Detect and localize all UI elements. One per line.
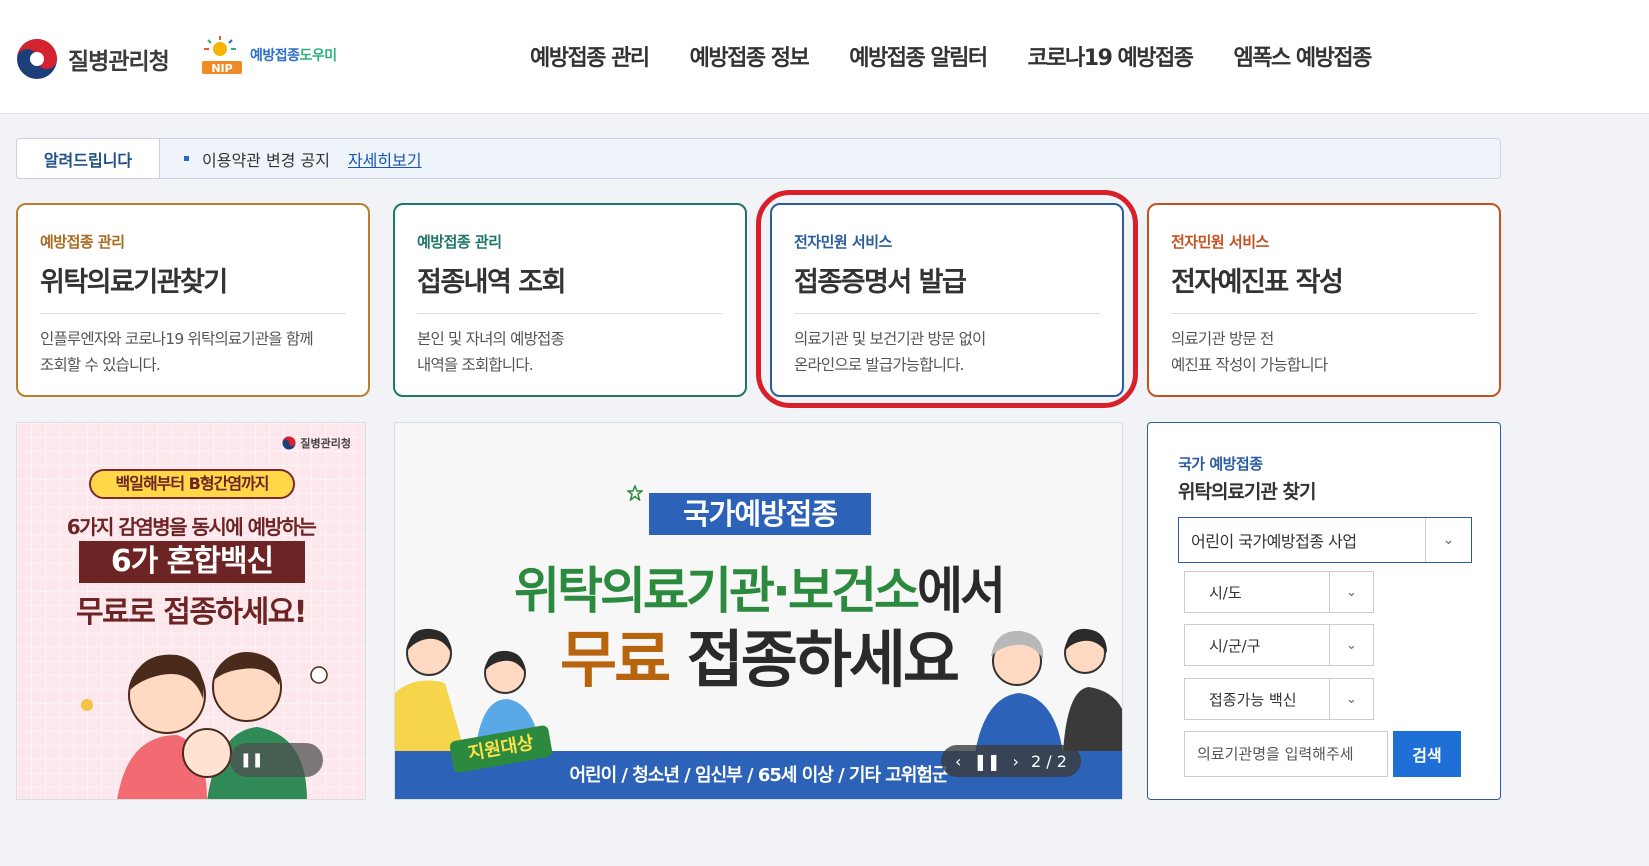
card-category: 전자민원 서비스 xyxy=(794,233,892,251)
card-divider xyxy=(417,313,723,314)
chevron-down-icon: ⌄ xyxy=(1329,625,1373,665)
chevron-down-icon: ⌄ xyxy=(1329,572,1373,612)
sido-select-value: 시/도 xyxy=(1209,583,1242,602)
banner-callout: 무료로 접종하세요! xyxy=(76,595,307,630)
national-vaccination-banner[interactable]: 국가예방접종 위탁의료기관·보건소에서 무료 접종하세요 어린이 / 청소년 /… xyxy=(394,422,1123,800)
nav-covid19-vaccination[interactable]: 코로나19 예방접종 xyxy=(1028,40,1194,72)
prev-slide-icon[interactable]: ‹ xyxy=(955,752,961,771)
notice-label: 알려드립니다 xyxy=(17,139,160,178)
search-button[interactable]: 검색 xyxy=(1393,731,1461,777)
card-title: 전자예진표 작성 xyxy=(1171,267,1344,298)
card-description: 인플루엔자와 코로나19 위탁의료기관을 함께 조회할 수 있습니다. xyxy=(40,330,314,374)
chevron-down-icon: ⌄ xyxy=(1425,518,1471,562)
vaccine-select-value: 접종가능 백신 xyxy=(1209,690,1297,709)
chevron-down-icon: ⌄ xyxy=(1329,679,1373,719)
card-divider xyxy=(794,313,1100,314)
card-electronic-prescreening[interactable]: 전자민원 서비스 전자예진표 작성 의료기관 방문 전 예진표 작성이 가능합니다 xyxy=(1147,203,1501,397)
vaccine-select[interactable]: 접종가능 백신 ⌄ xyxy=(1184,678,1374,720)
clinic-name-input[interactable] xyxy=(1184,731,1388,777)
banner-org-label: 질병관리청 xyxy=(282,435,351,451)
nip-sun-icon: NIP xyxy=(202,36,242,75)
site-header: 질병관리청 NIP 예방접종도우미 예방접종 관리 예방접종 정보 예방접종 알… xyxy=(0,0,1649,114)
search-panel-title: 위탁의료기관 찾기 xyxy=(1178,481,1316,503)
notice-details-link[interactable]: 자세히보기 xyxy=(348,147,422,171)
sido-select[interactable]: 시/도 ⌄ xyxy=(1184,571,1374,613)
kdca-logo[interactable]: 질병관리청 xyxy=(16,38,170,80)
program-select-value: 어린이 국가예방접종 사업 xyxy=(1191,532,1357,551)
pause-icon[interactable]: ❚❚ xyxy=(974,752,1001,771)
hexavalent-vaccine-banner[interactable]: 질병관리청 백일해부터 B형간염까지 6가지 감염병을 동시에 예방하는 6가 … xyxy=(16,422,366,800)
sigungu-select-value: 시/군/구 xyxy=(1209,636,1261,655)
nip-name: 예방접종도우미 xyxy=(250,48,337,64)
notice-bar: 알려드립니다 이용약관 변경 공지 자세히보기 xyxy=(16,138,1501,179)
card-category: 전자민원 서비스 xyxy=(1171,233,1269,251)
banner-tag: 국가예방접종 xyxy=(649,493,871,535)
card-description: 의료기관 및 보건기관 방문 없이 온라인으로 발급가능합니다. xyxy=(794,330,986,374)
card-title: 접종내역 조회 xyxy=(417,267,566,298)
banner-subtitle: 6가지 감염병을 동시에 예방하는 xyxy=(66,515,317,539)
svg-text:NIP: NIP xyxy=(211,62,232,75)
card-title: 접종증명서 발급 xyxy=(794,267,967,298)
kdca-emblem-icon xyxy=(282,436,296,450)
banner-pill: 백일해부터 B형간염까지 xyxy=(89,469,295,499)
nav-vaccination-info[interactable]: 예방접종 정보 xyxy=(690,40,810,72)
card-vaccination-certificate[interactable]: 전자민원 서비스 접종증명서 발급 의료기관 및 보건기관 방문 없이 온라인으로… xyxy=(770,203,1124,397)
nip-logo[interactable]: NIP 예방접종도우미 xyxy=(198,35,337,75)
card-divider xyxy=(40,313,346,314)
notice-text[interactable]: 이용약관 변경 공지 xyxy=(202,147,330,171)
card-vaccination-history[interactable]: 예방접종 관리 접종내역 조회 본인 및 자녀의 예방접종 내역을 조회합니다. xyxy=(393,203,747,397)
banner-pause-button[interactable]: ❚❚ xyxy=(230,743,323,777)
next-slide-icon[interactable]: › xyxy=(1012,752,1018,771)
sigungu-select[interactable]: 시/군/구 ⌄ xyxy=(1184,624,1374,666)
card-category: 예방접종 관리 xyxy=(40,233,125,251)
star-icon xyxy=(627,485,643,501)
bullet-icon xyxy=(184,156,189,161)
card-divider xyxy=(1171,313,1477,314)
search-panel-category: 국가 예방접종 xyxy=(1178,455,1263,473)
card-category: 예방접종 관리 xyxy=(417,233,502,251)
pause-icon: ❚❚ xyxy=(240,752,264,768)
nav-vaccination-management[interactable]: 예방접종 관리 xyxy=(530,40,650,72)
kdca-name: 질병관리청 xyxy=(68,49,170,75)
slide-counter: 2 / 2 xyxy=(1031,751,1067,771)
card-find-clinic[interactable]: 예방접종 관리 위탁의료기관찾기 인플루엔자와 코로나19 위탁의료기관을 함께… xyxy=(16,203,370,397)
kdca-emblem-icon xyxy=(17,39,57,79)
clinic-search-panel: 국가 예방접종 위탁의료기관 찾기 어린이 국가예방접종 사업 ⌄ 시/도 ⌄ … xyxy=(1147,422,1501,800)
carousel-controls: ‹ ❚❚ › 2 / 2 xyxy=(941,745,1081,777)
card-description: 의료기관 방문 전 예진표 작성이 가능합니다 xyxy=(1171,330,1328,374)
nav-mpox-vaccination[interactable]: 엠폭스 예방접종 xyxy=(1234,40,1373,72)
nav-vaccination-notice[interactable]: 예방접종 알림터 xyxy=(849,40,988,72)
card-description: 본인 및 자녀의 예방접종 내역을 조회합니다. xyxy=(417,330,565,374)
program-select[interactable]: 어린이 국가예방접종 사업 ⌄ xyxy=(1178,517,1472,563)
main-nav: 예방접종 관리 예방접종 정보 예방접종 알림터 코로나19 예방접종 엠폭스 … xyxy=(530,40,1412,72)
card-title: 위탁의료기관찾기 xyxy=(40,267,228,298)
banner-headline: 6가 혼합백신 xyxy=(79,541,305,583)
